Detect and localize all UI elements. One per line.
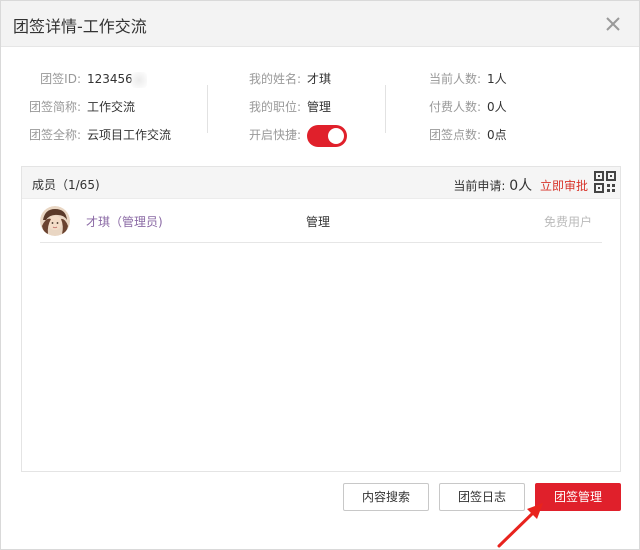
points-value: 0点 <box>487 128 507 142</box>
member-type: 免费用户 <box>543 215 592 229</box>
members-header: 成员（1/65) 当前申请: 0人 立即审批 <box>22 167 620 199</box>
my-name-value: 才琪 <box>307 72 332 86</box>
team-manage-button[interactable]: 团签管理 <box>535 483 621 511</box>
close-icon <box>606 17 620 31</box>
short-name-row: 团签简称: 工作交流 <box>21 95 171 123</box>
qr-code-button[interactable] <box>594 171 616 193</box>
quick-toggle-label: 开启快捷: <box>248 128 301 142</box>
team-id-label: 团签ID: <box>40 72 81 86</box>
close-button[interactable] <box>601 12 625 36</box>
pending-label: 当前申请: <box>453 179 506 193</box>
dialog-title: 团签详情-工作交流 <box>13 17 147 36</box>
members-panel: 成员（1/65) 当前申请: 0人 立即审批 才琪（管理员) 管理 免费用户 <box>21 166 621 472</box>
member-row[interactable]: 才琪（管理员) 管理 免费用户 <box>40 203 602 243</box>
members-title: 成员（1/65) <box>32 178 100 192</box>
qr-code-icon <box>594 171 616 193</box>
current-count-label: 当前人数: <box>428 72 481 86</box>
pending-applications: 当前申请: 0人 立即审批 <box>453 175 588 195</box>
approve-now-link[interactable]: 立即审批 <box>540 179 588 193</box>
my-info-column: 我的姓名: 才琪 我的职位: 管理 开启快捷: <box>241 67 347 151</box>
my-role-label: 我的职位: <box>248 100 301 114</box>
my-role-value: 管理 <box>307 100 332 114</box>
column-divider <box>385 85 386 133</box>
team-detail-dialog: 团签详情-工作交流 团签ID: 123456 团签简称: 工作交流 团签全称: 云项目… <box>0 0 640 550</box>
my-role-row: 我的职位: 管理 <box>241 95 347 123</box>
annotation-arrow-icon <box>497 503 543 548</box>
full-name-value: 云项目工作交流 <box>87 128 172 142</box>
quick-toggle-row: 开启快捷: <box>241 123 347 151</box>
points-row: 团签点数: 0点 <box>421 123 507 151</box>
my-name-row: 我的姓名: 才琪 <box>241 67 347 95</box>
short-name-value: 工作交流 <box>87 100 136 114</box>
paid-count-row: 付费人数: 0人 <box>421 95 507 123</box>
stats-column: 当前人数: 1人 付费人数: 0人 团签点数: 0点 <box>421 67 507 151</box>
team-info-column: 团签ID: 123456 团签简称: 工作交流 团签全称: 云项目工作交流 <box>21 67 171 151</box>
team-id-row: 团签ID: 123456 <box>21 67 171 95</box>
paid-count-value: 0人 <box>487 100 507 114</box>
current-count-row: 当前人数: 1人 <box>421 67 507 95</box>
title-bar: 团签详情-工作交流 <box>1 1 639 47</box>
quick-toggle-switch[interactable] <box>307 124 347 147</box>
full-name-label: 团签全称: <box>28 128 81 142</box>
toggle-knob <box>328 127 344 144</box>
pending-count: 0人 <box>509 178 533 194</box>
team-id-value: 123456 <box>87 72 133 86</box>
full-name-row: 团签全称: 云项目工作交流 <box>21 123 171 151</box>
current-count-value: 1人 <box>487 72 507 86</box>
column-divider <box>207 85 208 133</box>
short-name-label: 团签简称: <box>28 100 81 114</box>
my-name-label: 我的姓名: <box>248 72 301 86</box>
avatar <box>40 206 70 236</box>
redaction-blur <box>130 71 147 88</box>
points-label: 团签点数: <box>428 128 481 142</box>
paid-count-label: 付费人数: <box>428 100 481 114</box>
content-search-button[interactable]: 内容搜索 <box>343 483 429 511</box>
member-role: 管理 <box>306 215 331 229</box>
member-name: 才琪（管理员) <box>86 215 163 229</box>
